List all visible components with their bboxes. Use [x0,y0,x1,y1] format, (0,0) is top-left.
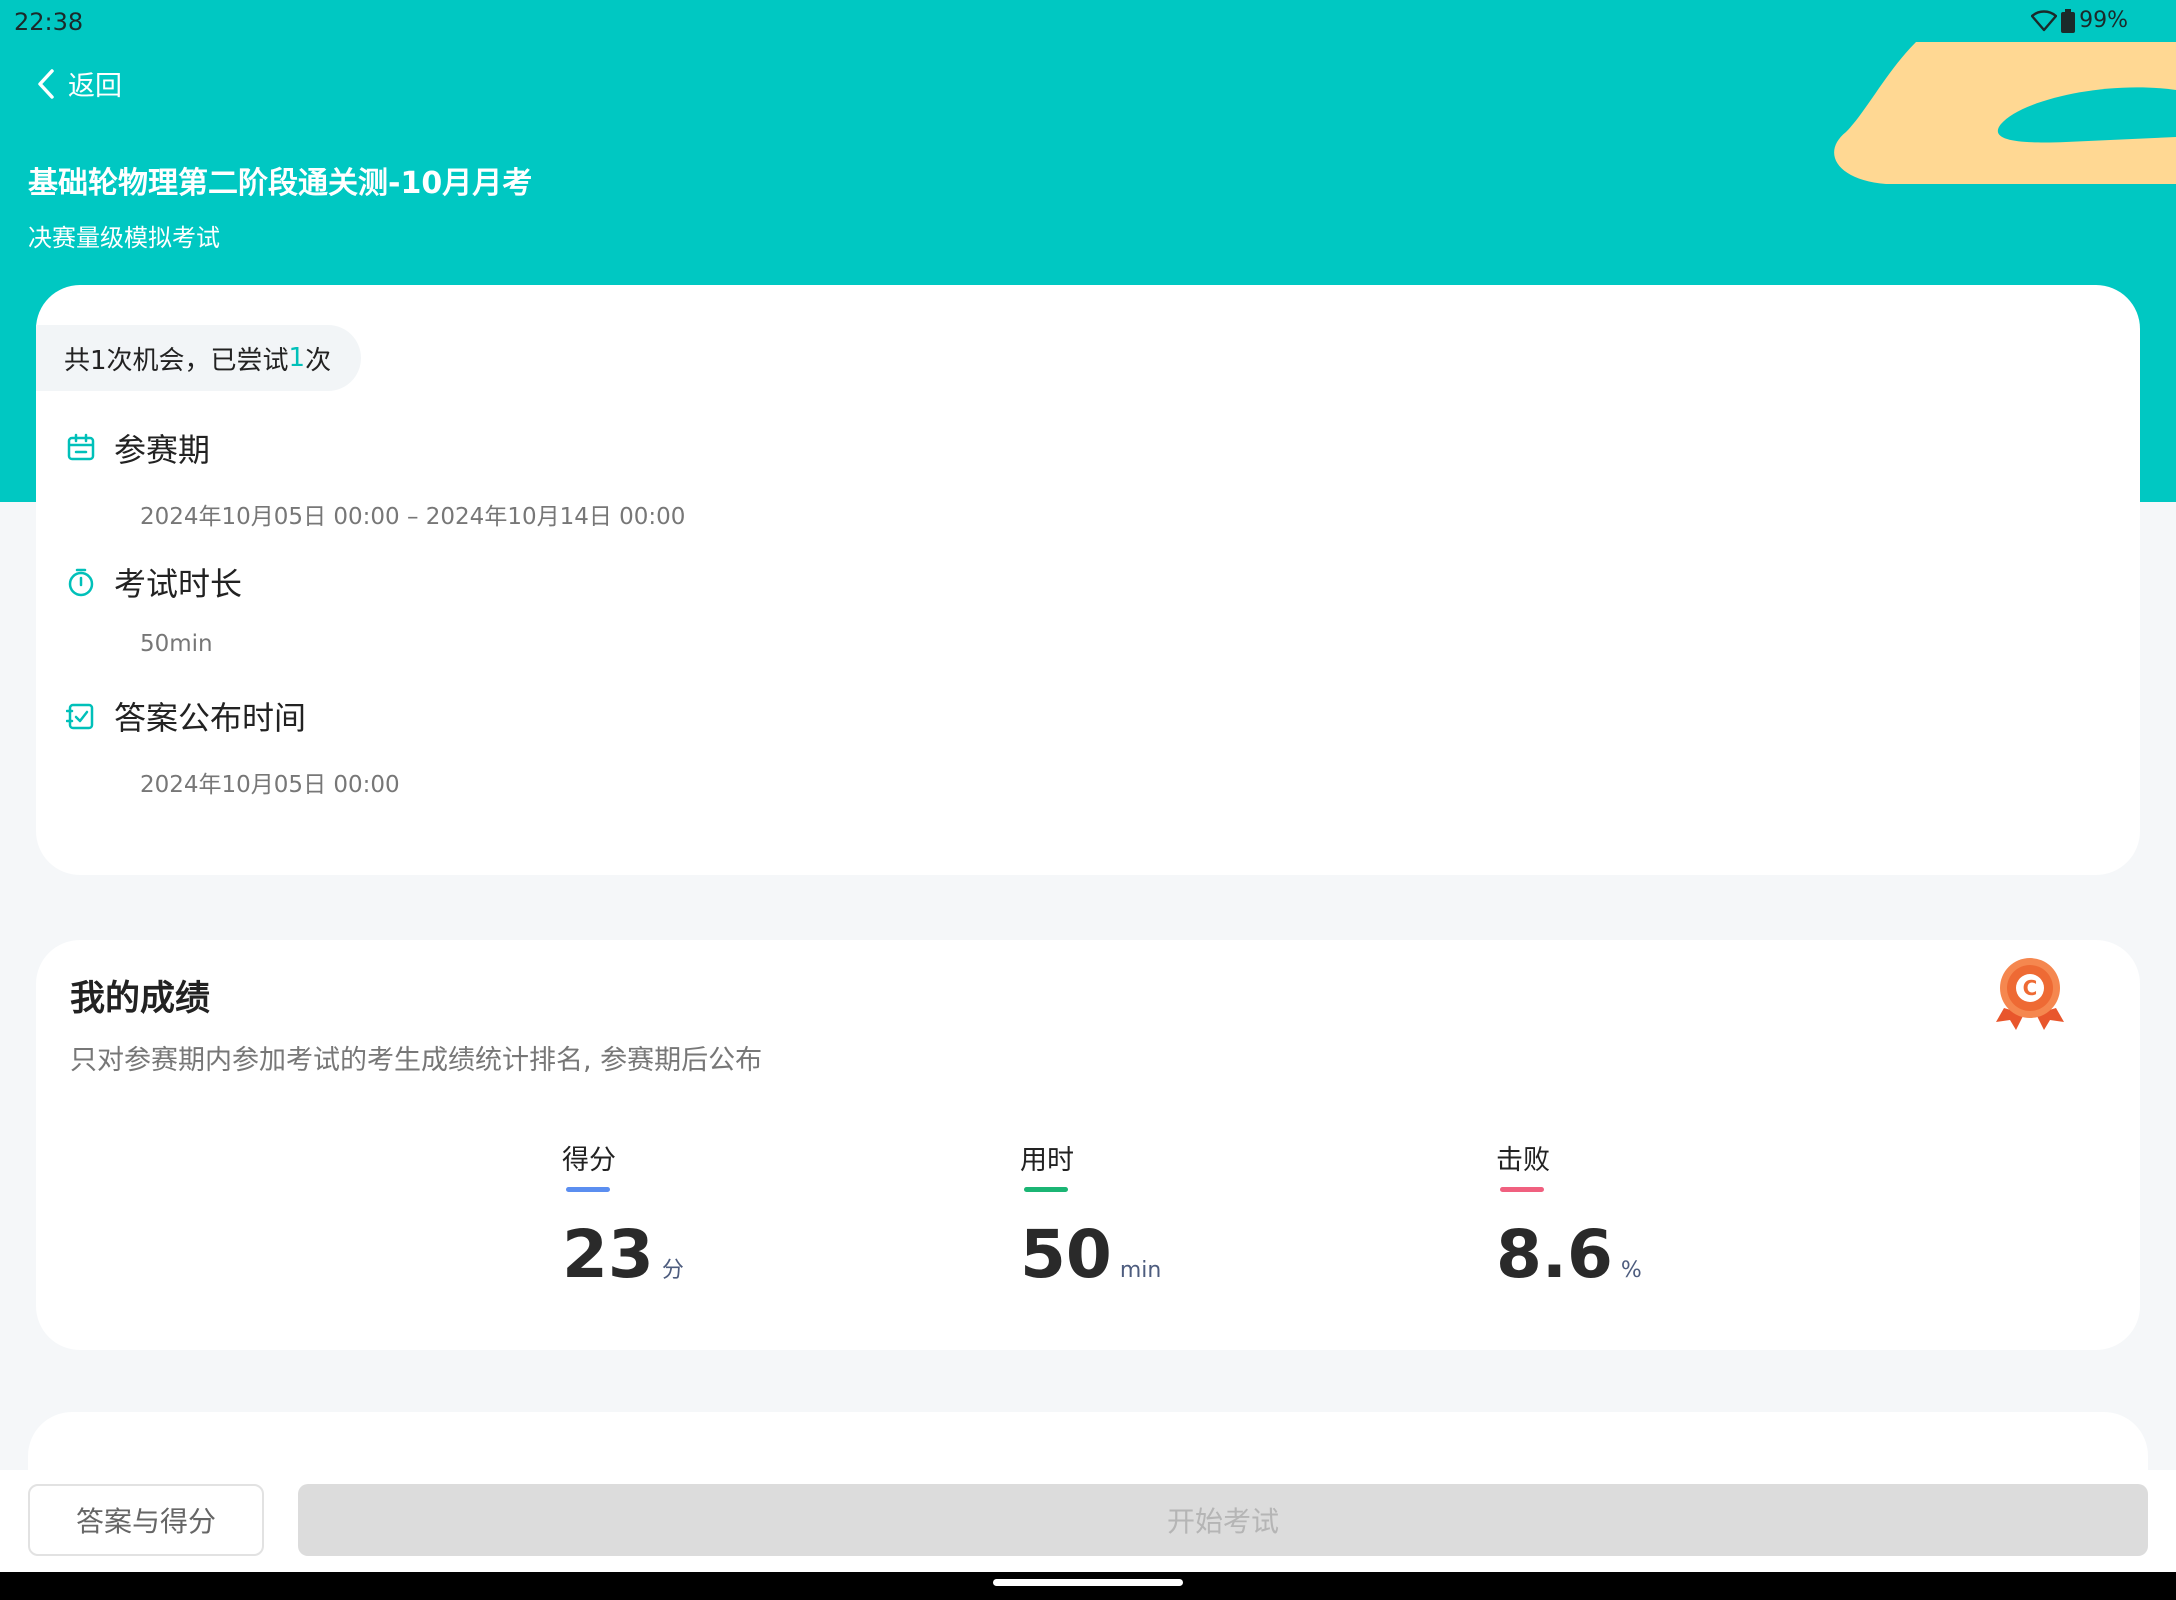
home-handle[interactable] [993,1579,1183,1586]
attempt-count: 1 [288,343,306,373]
exam-subtitle: 决赛量级模拟考试 [28,224,220,252]
stat-beat-underline [1500,1187,1544,1192]
duration-value: 50min [140,631,213,657]
answer-and-score-button[interactable]: 答案与得分 [28,1484,264,1556]
battery-level: 99% [2079,8,2128,33]
duration-label: 考试时长 [114,565,243,603]
stat-beat-value: 8.6 [1496,1216,1613,1293]
period-value: 2024年10月05日 00:00 – 2024年10月14日 00:00 [140,504,686,530]
battery-icon [2061,8,2076,33]
start-exam-button[interactable]: 开始考试 [298,1484,2148,1556]
stat-time: 用时 50 min [1020,1138,1161,1293]
checklist-icon [66,703,94,730]
stat-score-label: 得分 [562,1145,616,1176]
period-label: 参赛期 [114,431,211,469]
status-icons: 99% [2031,8,2128,33]
score-note: 只对参赛期内参加考试的考生成绩统计排名, 参赛期后公布 [70,1045,763,1076]
exam-detail-page: 22:38 99% 返回 基础轮物理第二阶段通关测-10月月考 决赛量级模拟考试… [0,0,2176,1600]
medal-letter: C [2023,976,2038,1000]
status-bar: 22:38 99% [0,0,2176,44]
score-title: 我的成绩 [70,979,211,1019]
medal-icon: C [1996,958,2064,1030]
status-time: 22:38 [14,8,84,36]
stopwatch-icon [68,568,94,597]
stat-score-unit: 分 [661,1258,684,1283]
back-button[interactable]: 返回 [36,64,122,103]
attempt-badge: 共1次机会，已尝试 1 次 [36,325,362,391]
bottom-action-bar: 答案与得分 开始考试 [0,1470,2176,1572]
stat-beat: 击败 8.6 % [1496,1138,1642,1293]
stat-score-value: 23 [562,1216,654,1293]
back-label: 返回 [68,71,122,102]
answer-time-row: 答案公布时间 2024年10月05日 00:00 [66,693,400,799]
exam-title: 基础轮物理第二阶段通关测-10月月考 [28,166,533,201]
exam-info-card: 共1次机会，已尝试 1 次 参赛期 2024年10月05日 00:00 – 2024… [36,285,2140,875]
stat-time-unit: min [1119,1258,1162,1283]
answer-time-label: 答案公布时间 [114,699,307,737]
wifi-icon [2031,9,2058,31]
answer-time-value: 2024年10月05日 00:00 [140,772,400,798]
stat-beat-label: 击败 [1496,1145,1550,1176]
system-nav-bar [0,1572,2176,1600]
decorative-wave [1834,42,2176,184]
calendar-icon [67,433,95,461]
stat-score: 得分 23 分 [562,1138,684,1293]
duration-row: 考试时长 50min [66,559,242,657]
stat-beat-unit: % [1620,1258,1642,1283]
my-score-card: 我的成绩 只对参赛期内参加考试的考生成绩统计排名, 参赛期后公布 C 得分 23… [36,940,2140,1350]
stat-time-underline [1024,1187,1068,1192]
stat-score-underline [566,1187,610,1192]
stat-time-value: 50 [1020,1216,1112,1293]
attempt-prefix: 共1次机会，已尝试 [64,345,289,376]
stat-time-label: 用时 [1020,1145,1074,1176]
chevron-left-icon [38,68,54,99]
attempt-suffix: 次 [305,345,332,376]
period-row: 参赛期 2024年10月05日 00:00 – 2024年10月14日 00:0… [66,425,685,531]
